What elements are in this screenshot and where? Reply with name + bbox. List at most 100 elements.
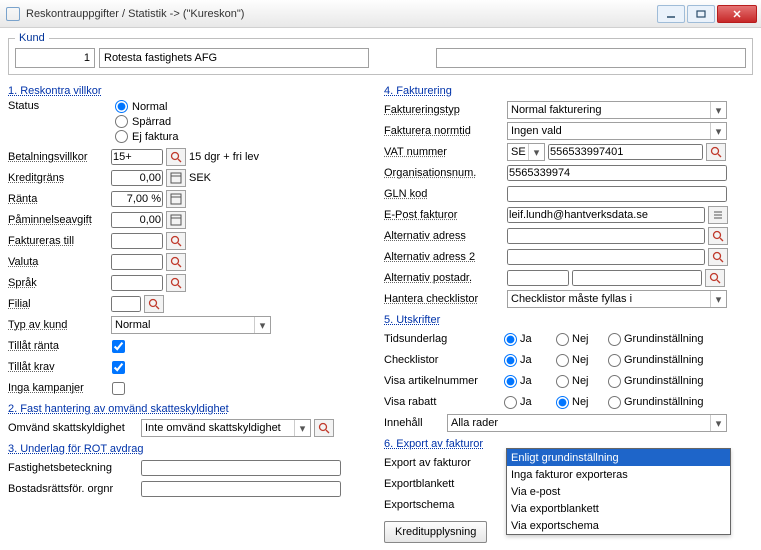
tillranta-label: Tillåt ränta <box>8 340 108 352</box>
sprak-field[interactable] <box>111 275 163 291</box>
kredit-calc-button[interactable] <box>166 169 186 187</box>
status-sparrad-radio[interactable] <box>115 115 128 128</box>
valuta-label: Valuta <box>8 256 108 268</box>
altpost-lookup-button[interactable] <box>705 269 725 287</box>
altpost-zip-field[interactable] <box>507 270 569 286</box>
status-ejfaktura-radio[interactable] <box>115 130 128 143</box>
ingakamp-checkbox[interactable] <box>112 382 125 395</box>
visaart-nej[interactable]: Nej <box>556 375 608 388</box>
tid-ja[interactable]: Ja <box>504 333 556 346</box>
minimize-button[interactable] <box>657 5 685 23</box>
search-icon <box>148 298 160 310</box>
search-icon <box>712 251 724 263</box>
betal-field[interactable] <box>111 149 163 165</box>
chevron-down-icon: ▾ <box>710 415 726 431</box>
check-grund[interactable]: Grundinställning <box>608 354 728 367</box>
chevron-down-icon: ▾ <box>710 291 726 307</box>
kredit-label: Kreditgräns <box>8 172 108 184</box>
innehall-label: Innehåll <box>384 417 444 429</box>
sprak-label: Språk <box>8 277 108 289</box>
visaart-ja[interactable]: Ja <box>504 375 556 388</box>
altadr-lookup-button[interactable] <box>708 227 728 245</box>
pamin-calc-button[interactable] <box>166 211 186 229</box>
exportav-dropdown-menu[interactable]: Enligt grundinställning Inga fakturor ex… <box>506 448 731 535</box>
dropdown-option[interactable]: Inga fakturor exporteras <box>507 466 730 483</box>
status-sparrad-option[interactable]: Spärrad <box>115 115 178 128</box>
orgnr-field[interactable] <box>507 165 727 181</box>
tid-nej[interactable]: Nej <box>556 333 608 346</box>
close-button[interactable] <box>717 5 757 23</box>
valuta-field[interactable] <box>111 254 163 270</box>
check-nej[interactable]: Nej <box>556 354 608 367</box>
kund-name-field[interactable] <box>99 48 369 68</box>
ranta-field[interactable] <box>111 191 163 207</box>
status-label: Status <box>8 100 108 112</box>
utskrifter-title: 5. Utskrifter <box>384 314 753 326</box>
calculator-icon <box>170 172 182 184</box>
visarab-grund[interactable]: Grundinställning <box>608 396 728 409</box>
omv-lookup-button[interactable] <box>314 419 334 437</box>
exportav-label: Export av fakturor <box>384 457 504 469</box>
kreditupplysning-button[interactable]: Kreditupplysning <box>384 521 487 543</box>
rot-title: 3. Underlag för ROT avdrag <box>8 443 378 455</box>
search-icon <box>318 422 330 434</box>
vat-field[interactable] <box>548 144 703 160</box>
vat-lookup-button[interactable] <box>706 143 726 161</box>
normtid-select[interactable]: Ingen vald▾ <box>507 122 727 140</box>
list-icon <box>712 209 724 221</box>
status-normal-radio[interactable] <box>115 100 128 113</box>
calculator-icon <box>170 193 182 205</box>
chevron-down-icon: ▾ <box>528 144 544 160</box>
faktill-lookup-button[interactable] <box>166 232 186 250</box>
altpost-city-field[interactable] <box>572 270 702 286</box>
visarab-ja[interactable]: Ja <box>504 396 556 409</box>
blankett-label: Exportblankett <box>384 478 504 490</box>
vat-cc-select[interactable]: SE▾ <box>507 143 545 161</box>
app-icon <box>6 7 20 21</box>
dropdown-option[interactable]: Via exportschema <box>507 517 730 534</box>
innehall-select[interactable]: Alla rader▾ <box>447 414 727 432</box>
betal-lookup-button[interactable] <box>166 148 186 166</box>
valuta-lookup-button[interactable] <box>166 253 186 271</box>
dropdown-option[interactable]: Via exportblankett <box>507 500 730 517</box>
fastighet-field[interactable] <box>141 460 341 476</box>
pamin-field[interactable] <box>111 212 163 228</box>
tillkrav-label: Tillåt krav <box>8 361 108 373</box>
kund-id-field[interactable] <box>15 48 95 68</box>
search-icon <box>170 235 182 247</box>
kredit-field[interactable] <box>111 170 163 186</box>
sprak-lookup-button[interactable] <box>166 274 186 292</box>
visaart-grund[interactable]: Grundinställning <box>608 375 728 388</box>
status-ejfaktura-option[interactable]: Ej faktura <box>115 130 178 143</box>
filial-lookup-button[interactable] <box>144 295 164 313</box>
epost-edit-button[interactable] <box>708 206 728 224</box>
gln-field[interactable] <box>507 186 727 202</box>
check-label: Checklistor <box>384 354 504 366</box>
dropdown-option[interactable]: Enligt grundinställning <box>507 449 730 466</box>
maximize-button[interactable] <box>687 5 715 23</box>
omv-select[interactable]: Inte omvänd skattskyldighet▾ <box>141 419 311 437</box>
bostad-field[interactable] <box>141 481 341 497</box>
dropdown-option[interactable]: Via e-post <box>507 483 730 500</box>
search-icon <box>710 146 722 158</box>
epost-field[interactable] <box>507 207 705 223</box>
altadr-field[interactable] <box>507 228 705 244</box>
fakttyp-select[interactable]: Normal fakturering▾ <box>507 101 727 119</box>
tillranta-checkbox[interactable] <box>112 340 125 353</box>
schema-label: Exportschema <box>384 499 504 511</box>
ranta-calc-button[interactable] <box>166 190 186 208</box>
checklist-select[interactable]: Checklistor måste fyllas i▾ <box>507 290 727 308</box>
status-normal-option[interactable]: Normal <box>115 100 178 113</box>
faktill-field[interactable] <box>111 233 163 249</box>
filial-field[interactable] <box>111 296 141 312</box>
check-ja[interactable]: Ja <box>504 354 556 367</box>
tid-grund[interactable]: Grundinställning <box>608 333 728 346</box>
tillkrav-checkbox[interactable] <box>112 361 125 374</box>
visarab-nej[interactable]: Nej <box>556 396 608 409</box>
altadr2-lookup-button[interactable] <box>708 248 728 266</box>
typkund-select[interactable]: Normal▾ <box>111 316 271 334</box>
altadr2-field[interactable] <box>507 249 705 265</box>
search-icon <box>709 272 721 284</box>
faktill-label: Faktureras till <box>8 235 108 247</box>
kund-extra-field[interactable] <box>436 48 746 68</box>
